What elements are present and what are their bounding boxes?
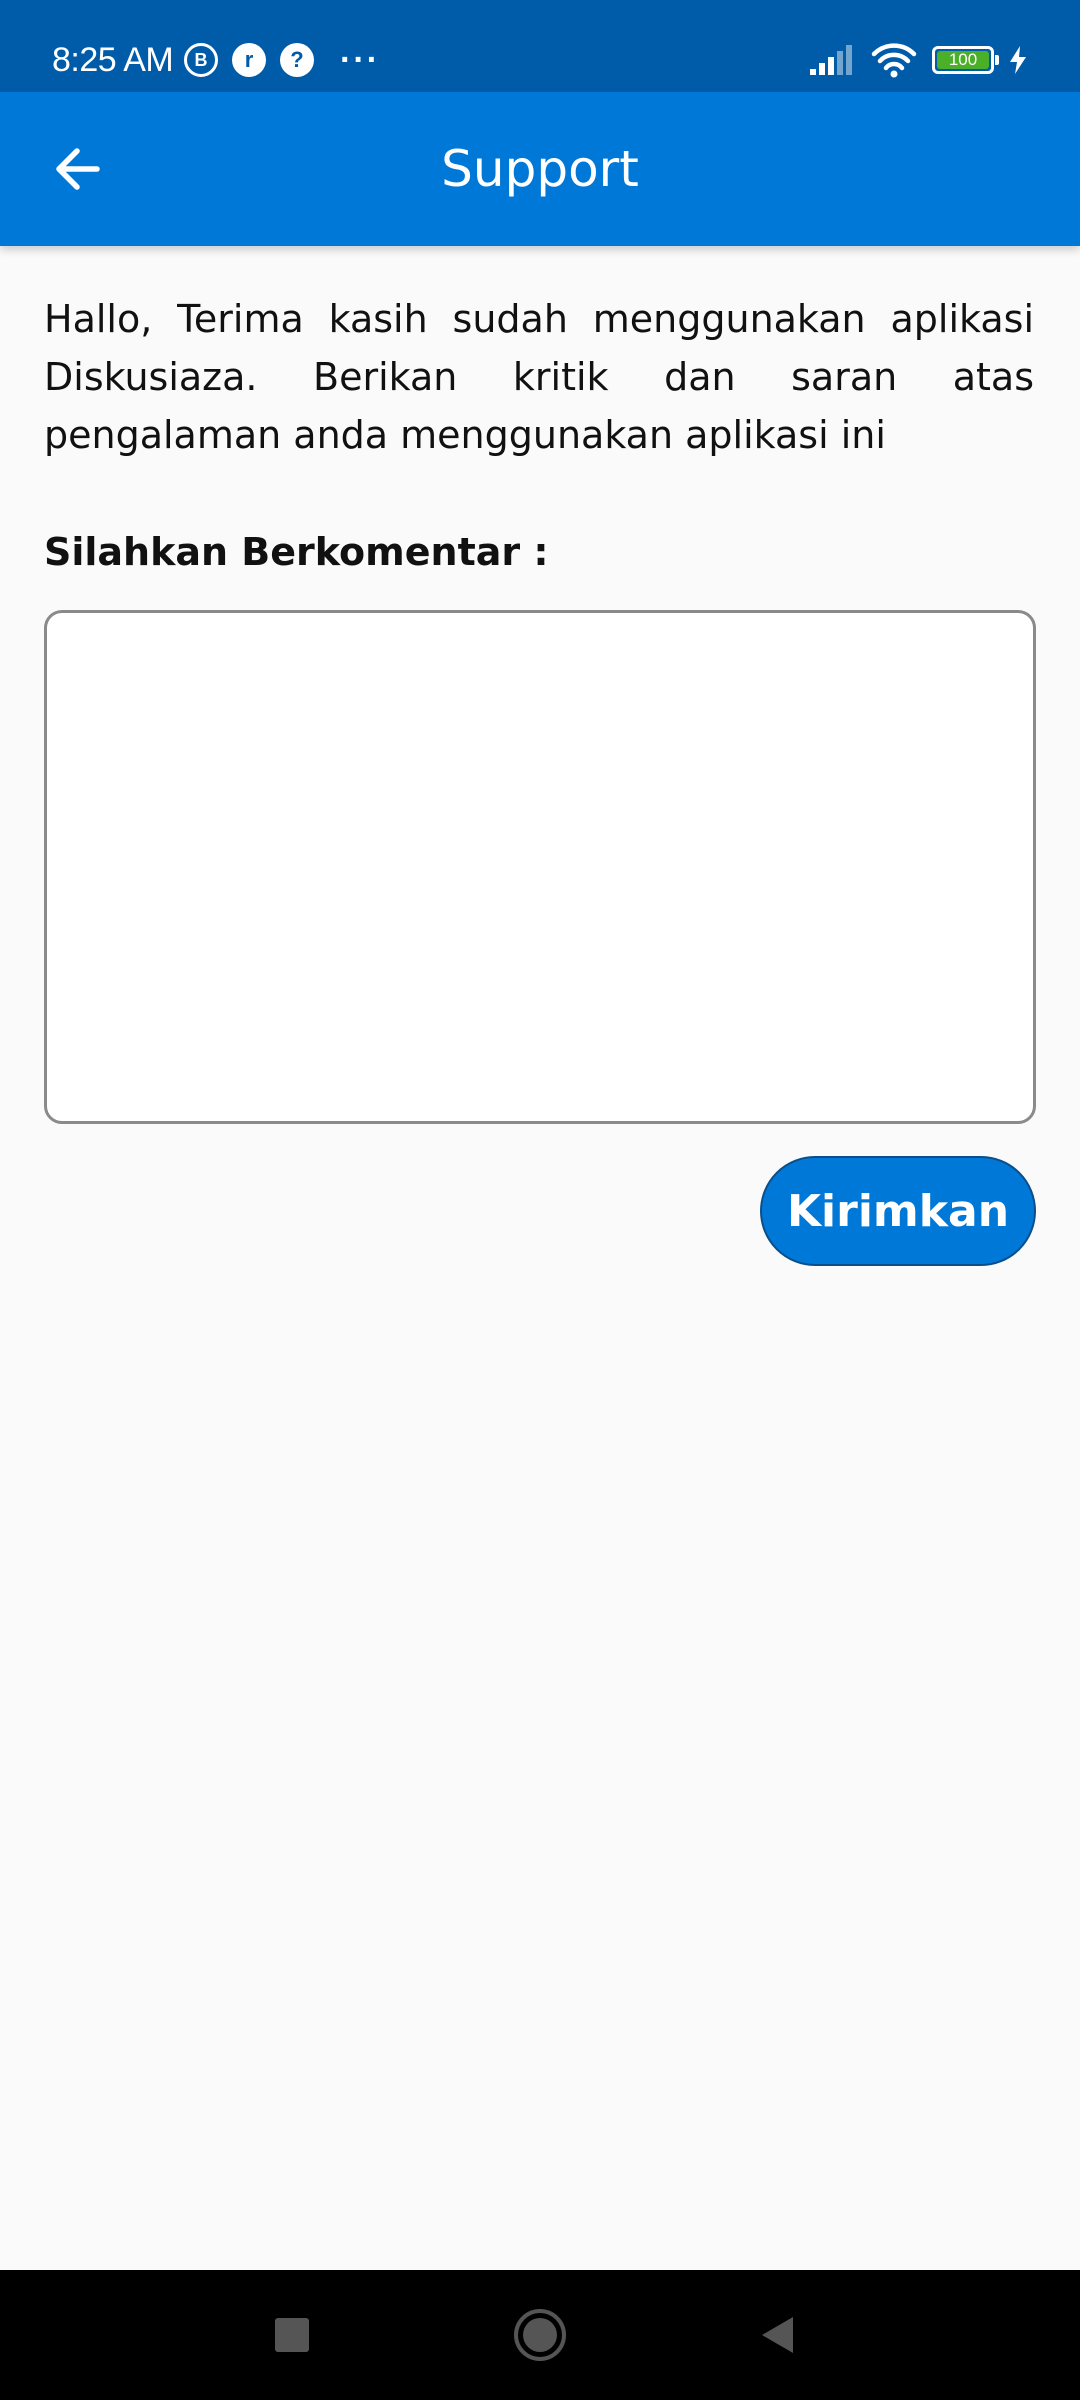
wifi-icon bbox=[871, 43, 917, 78]
r-circle-icon: r bbox=[232, 43, 266, 77]
signal-icon bbox=[810, 45, 852, 75]
b-circle-icon: B bbox=[184, 43, 218, 77]
status-bar: 8:25 AM B r ? ··· 100 bbox=[0, 0, 1080, 92]
help-circle-icon: ? bbox=[280, 43, 314, 77]
comment-label: Silahkan Berkomentar : bbox=[44, 530, 549, 574]
comment-input[interactable] bbox=[44, 610, 1036, 1124]
system-icons: 100 bbox=[808, 40, 1028, 80]
app-bar: Support bbox=[0, 92, 1080, 246]
home-circle-icon bbox=[514, 2309, 566, 2361]
battery-icon: 100 bbox=[932, 46, 999, 74]
status-time: 8:25 AM bbox=[52, 41, 174, 79]
navigation-bar bbox=[0, 2270, 1080, 2400]
recents-square-icon bbox=[275, 2318, 309, 2352]
page-title: Support bbox=[441, 140, 639, 198]
back-triangle-icon bbox=[762, 2317, 793, 2353]
intro-text: Hallo, Terima kasih sudah menggunakan ap… bbox=[44, 297, 1034, 457]
more-dots-icon: ··· bbox=[340, 41, 380, 79]
battery-tip bbox=[995, 55, 999, 65]
notification-icons: B r ? ··· bbox=[184, 38, 380, 82]
recents-button[interactable] bbox=[252, 2270, 332, 2400]
back-nav-button[interactable] bbox=[738, 2270, 818, 2400]
submit-button[interactable]: Kirimkan bbox=[760, 1156, 1036, 1266]
charging-bolt-icon bbox=[1010, 46, 1026, 74]
home-button[interactable] bbox=[500, 2270, 580, 2400]
battery-level: 100 bbox=[948, 50, 978, 69]
